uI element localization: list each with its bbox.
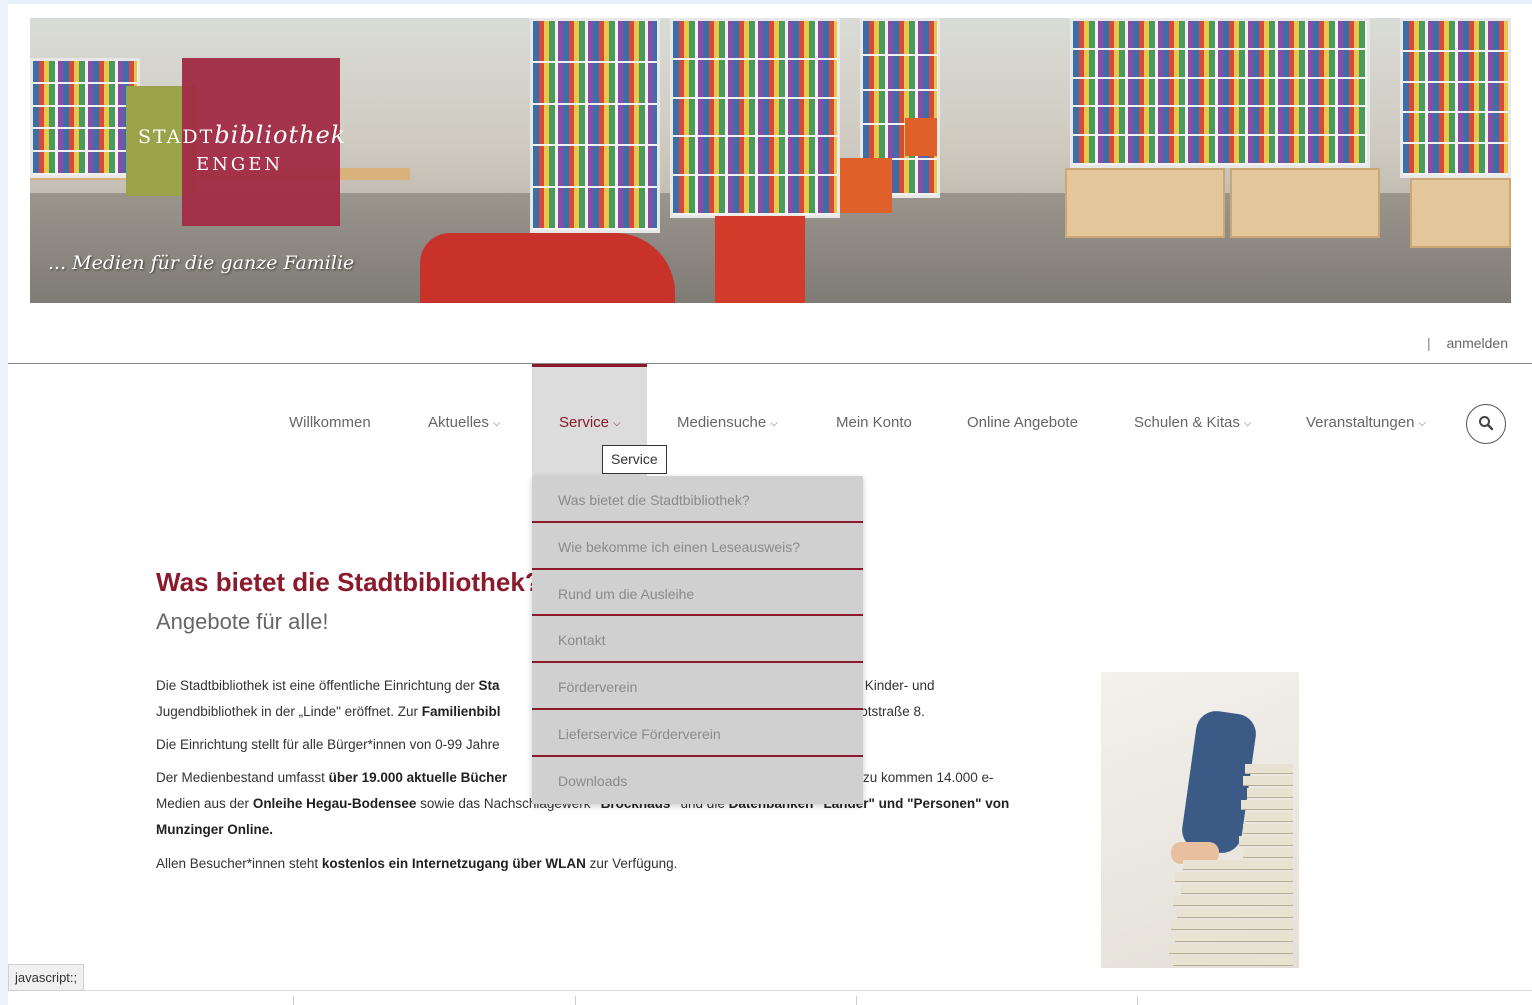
banner-shelf [30, 58, 140, 178]
dropdown-item-foerderverein[interactable]: Förderverein [532, 663, 863, 710]
window-left-border [0, 0, 8, 1005]
nav-item-schulen-kitas[interactable]: Schulen & Kitas ⌵ [1134, 414, 1252, 431]
reading-child-image [1101, 672, 1299, 968]
window-top-border [0, 0, 1532, 4]
footer-separator [293, 996, 294, 1005]
nav-item-aktuelles[interactable]: Aktuelles ⌵ [428, 414, 500, 431]
browser-status-bar: javascript:; [8, 964, 85, 991]
chevron-down-icon: ⌵ [1243, 418, 1252, 429]
utility-separator: | [1426, 335, 1431, 351]
nav-item-veranstaltungen[interactable]: Veranstaltungen ⌵ [1306, 414, 1426, 431]
nav-item-service[interactable]: Service ⌵ [559, 414, 621, 431]
footer-divider [8, 990, 1532, 991]
login-link[interactable]: anmelden [1447, 335, 1509, 351]
banner-shelf [1400, 18, 1511, 178]
footer-separator [575, 996, 576, 1005]
service-dropdown-menu: Was bietet die Stadtbibliothek? Wie beko… [532, 476, 863, 804]
logo-engen: ENGEN [196, 154, 284, 175]
nav-tooltip: Service [602, 445, 667, 474]
banner-shelf [1070, 18, 1370, 168]
page-subtitle: Angebote für alle! [156, 609, 329, 634]
banner-sofa [420, 233, 675, 303]
dropdown-item-kontakt[interactable]: Kontakt [532, 616, 863, 664]
dropdown-item-was-bietet[interactable]: Was bietet die Stadtbibliothek? [532, 476, 863, 523]
nav-item-mediensuche[interactable]: Mediensuche ⌵ [677, 414, 778, 431]
chevron-down-icon: ⌵ [613, 418, 621, 429]
footer-separator [1137, 996, 1138, 1005]
chevron-down-icon: ⌵ [1418, 418, 1427, 429]
banner-orange-cube [905, 118, 937, 156]
dropdown-item-downloads[interactable]: Downloads [532, 757, 863, 804]
search-icon [1479, 416, 1494, 431]
utility-bar: | anmelden [1427, 335, 1508, 351]
paragraph-wlan: Allen Besucher*innen steht kostenlos ein… [156, 856, 678, 871]
banner-slogan: ... Medien für die ganze Familie [48, 252, 355, 274]
banner-crate [1230, 168, 1380, 238]
banner-crate [1065, 168, 1225, 238]
banner-red-cube [715, 216, 805, 303]
nav-item-willkommen[interactable]: Willkommen [289, 414, 371, 431]
page-title: Was bietet die Stadtbibliothek? [156, 567, 541, 597]
dropdown-item-lieferservice[interactable]: Lieferservice Förderverein [532, 710, 863, 757]
banner-shelf [670, 18, 840, 218]
nav-item-online-angebote[interactable]: Online Angebote [967, 414, 1078, 431]
chevron-down-icon: ⌵ [492, 418, 501, 429]
footer-separator [856, 996, 857, 1005]
dropdown-item-ausleihe[interactable]: Rund um die Ausleihe [532, 570, 863, 617]
banner-shelf [530, 18, 660, 233]
nav-item-mein-konto[interactable]: Mein Konto [836, 414, 912, 431]
header-divider [8, 363, 1532, 364]
header-banner[interactable]: STADTbibliothek ENGEN ... Medien für die… [30, 18, 1511, 303]
chevron-down-icon: ⌵ [770, 418, 778, 429]
logo-wordmark: STADTbibliothek [138, 121, 347, 149]
search-button[interactable] [1466, 404, 1506, 444]
dropdown-item-leseausweis[interactable]: Wie bekomme ich einen Leseausweis? [532, 523, 863, 570]
banner-crate [1410, 178, 1511, 248]
banner-orange-cube [840, 158, 892, 213]
